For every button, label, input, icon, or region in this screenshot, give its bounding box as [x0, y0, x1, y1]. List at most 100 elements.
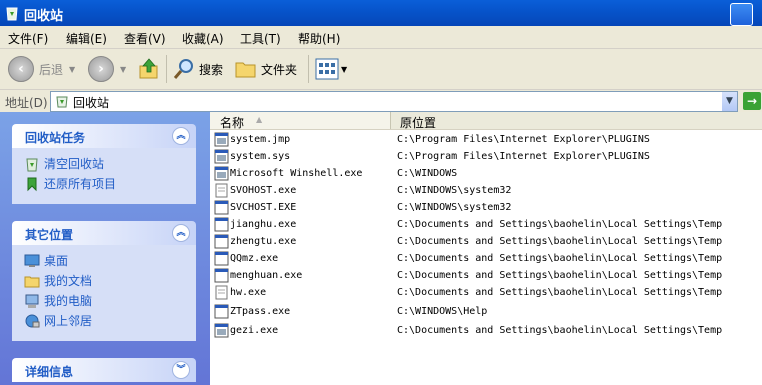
file-list: system.jmp C:\Program Files\Internet Expl… [210, 130, 762, 385]
tasks-panel: 清空回收站 还原所有项目 [12, 148, 196, 204]
file-original-location: C:\Program Files\Internet Explorer\PLUGI… [397, 134, 650, 145]
up-folder-icon [139, 58, 158, 79]
window-icon [214, 200, 229, 215]
forward-arrow-icon: › [88, 56, 114, 82]
file-row[interactable]: SVCHOST.EXE C:\WINDOWS\system32 [210, 200, 762, 217]
back-label: 后退 [39, 62, 64, 77]
window-icon [214, 217, 229, 232]
blank-icon [214, 285, 229, 300]
chevron-down-icon: ▼ [341, 64, 348, 74]
task-pane: 回收站任务 ︽ 清空回收站 还原所有项目 其它位置 ︽ 桌面 我的文档 我的电脑… [0, 112, 210, 385]
minimize-button[interactable] [730, 3, 753, 26]
file-original-location: C:\Documents and Settings\baohelin\Local… [397, 236, 723, 247]
file-row[interactable]: menghuan.exe C:\Documents and Settings\ba… [210, 268, 762, 285]
my-documents-link[interactable]: 我的文档 [24, 272, 92, 289]
places-panel-header[interactable]: 其它位置 ︽ [12, 221, 196, 245]
recycle-bin-icon [56, 96, 68, 108]
address-input[interactable]: 回收站 ▼ [50, 91, 738, 112]
file-name: system.sys [230, 151, 291, 162]
chevron-down-icon[interactable]: ▼ [120, 65, 126, 74]
file-row[interactable]: Microsoft Winshell.exe C:\WINDOWS [210, 166, 762, 183]
my-computer-link[interactable]: 我的电脑 [24, 292, 92, 309]
app-icon [214, 323, 229, 338]
file-original-location: C:\WINDOWS\system32 [397, 185, 512, 196]
folders-label: 文件夹 [261, 62, 298, 77]
file-name: hw.exe [230, 287, 267, 298]
app-icon [214, 132, 229, 147]
file-original-location: C:\Documents and Settings\baohelin\Local… [397, 219, 723, 230]
title-bar: 回收站 [0, 0, 762, 26]
file-original-location: C:\Documents and Settings\baohelin\Local… [397, 253, 723, 264]
column-header: 名称 ▲ 原位置 [210, 112, 762, 130]
menu-bar: 文件(F) 编辑(E) 查看(V) 收藏(A) 工具(T) 帮助(H) [0, 26, 762, 49]
file-row[interactable]: ZTpass.exe C:\WINDOWS\Help [210, 304, 762, 321]
file-row[interactable]: jianghu.exe C:\Documents and Settings\bao… [210, 217, 762, 234]
places-panel-title: 其它位置 [25, 228, 74, 242]
window-icon [214, 268, 229, 283]
network-places-link[interactable]: 网上邻居 [24, 312, 92, 329]
address-value: 回收站 [73, 96, 110, 110]
file-name: ZTpass.exe [230, 306, 291, 317]
file-name: zhengtu.exe [230, 236, 297, 247]
search-label: 搜索 [199, 62, 224, 77]
menu-view[interactable]: 查看(V) [124, 30, 166, 47]
places-panel: 桌面 我的文档 我的电脑 网上邻居 [12, 245, 196, 341]
file-row[interactable]: zhengtu.exe C:\Documents and Settings\bao… [210, 234, 762, 251]
my-computer-label: 我的电脑 [44, 294, 93, 308]
menu-favorites[interactable]: 收藏(A) [182, 30, 224, 47]
file-name: SVCHOST.EXE [230, 202, 297, 213]
recycle-bin-icon [26, 158, 38, 171]
back-button[interactable]: ‹ 后退 ▼ [8, 55, 75, 83]
network-icon [25, 314, 40, 327]
collapse-icon[interactable]: ︽ [172, 127, 190, 145]
window-icon [214, 304, 229, 319]
menu-file[interactable]: 文件(F) [8, 30, 48, 47]
tasks-panel-header[interactable]: 回收站任务 ︽ [12, 124, 196, 148]
menu-help[interactable]: 帮助(H) [298, 30, 340, 47]
details-panel-header[interactable]: 详细信息 ︾ [12, 358, 196, 382]
file-row[interactable]: hw.exe C:\Documents and Settings\baohelin… [210, 285, 762, 302]
column-name-header[interactable]: 名称 ▲ [210, 112, 391, 130]
desktop-link[interactable]: 桌面 [24, 252, 68, 269]
file-original-location: C:\Program Files\Internet Explorer\PLUGI… [397, 151, 650, 162]
file-row[interactable]: QQmz.exe C:\Documents and Settings\baohel… [210, 251, 762, 268]
file-original-location: C:\Documents and Settings\baohelin\Local… [397, 325, 723, 336]
file-original-location: C:\Documents and Settings\baohelin\Local… [397, 270, 723, 281]
file-row[interactable]: SVOHOST.exe C:\WINDOWS\system32 [210, 183, 762, 200]
file-name: gezi.exe [230, 325, 279, 336]
go-button[interactable]: → [743, 92, 761, 110]
chevron-down-icon[interactable]: ▼ [69, 65, 75, 74]
folder-icon [235, 62, 256, 78]
empty-recycle-bin-link[interactable]: 清空回收站 [24, 155, 104, 172]
network-places-label: 网上邻居 [44, 314, 93, 328]
details-panel-title: 详细信息 [25, 365, 74, 379]
address-bar: 地址(D) 回收站 ▼ → [0, 90, 762, 112]
folders-button[interactable]: 文件夹 [234, 55, 297, 83]
file-row[interactable]: system.sys C:\Program Files\Internet Expl… [210, 149, 762, 166]
menu-edit[interactable]: 编辑(E) [66, 30, 107, 47]
app-icon [214, 166, 229, 181]
restore-all-label: 还原所有项目 [44, 177, 117, 191]
file-row[interactable]: system.jmp C:\Program Files\Internet Expl… [210, 132, 762, 149]
address-label: 地址(D) [5, 96, 48, 110]
collapse-icon[interactable]: ︽ [172, 224, 190, 242]
search-icon [173, 59, 193, 79]
expand-icon[interactable]: ︾ [172, 361, 190, 379]
file-original-location: C:\WINDOWS\system32 [397, 202, 512, 213]
restore-all-link[interactable]: 还原所有项目 [24, 175, 116, 192]
column-name-label: 名称 [220, 116, 245, 130]
column-location-header[interactable]: 原位置 [400, 114, 436, 131]
address-dropdown-icon[interactable]: ▼ [722, 92, 737, 111]
toolbar: ‹ 后退 ▼ › ▼ 搜索 文件夹 ▼ [0, 49, 762, 90]
search-button[interactable]: 搜索 [172, 55, 223, 83]
file-name: QQmz.exe [230, 253, 279, 264]
up-folder-button[interactable] [137, 55, 161, 83]
my-documents-label: 我的文档 [44, 274, 93, 288]
file-row[interactable]: gezi.exe C:\Documents and Settings\baohel… [210, 323, 762, 340]
menu-tools[interactable]: 工具(T) [240, 30, 281, 47]
views-button[interactable]: ▼ [315, 55, 347, 83]
views-icon [315, 58, 339, 80]
forward-button[interactable]: › ▼ [88, 55, 126, 83]
window-icon [214, 234, 229, 249]
file-original-location: C:\WINDOWS\Help [397, 306, 488, 317]
